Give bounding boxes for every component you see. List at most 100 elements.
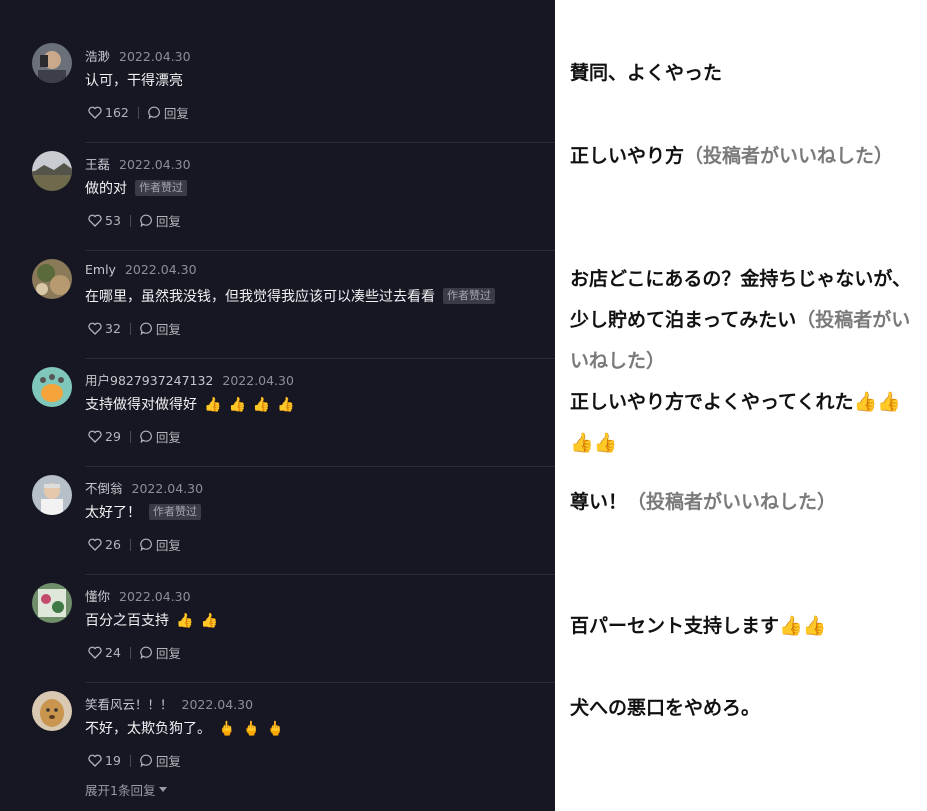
comment-username[interactable]: 懂你 <box>85 589 110 604</box>
comment-username[interactable]: Emly <box>85 262 116 277</box>
heart-icon <box>88 214 102 227</box>
heart-icon <box>88 430 102 443</box>
translation-text: 賛同、よくやった <box>570 62 723 84</box>
translation-text: 尊い！ <box>570 491 628 513</box>
reply-label: 回复 <box>155 538 181 553</box>
like-button[interactable]: 19 <box>88 753 121 768</box>
reply-label: 回复 <box>163 106 189 121</box>
heart-icon <box>88 646 102 659</box>
reply-button[interactable]: 回复 <box>140 643 181 662</box>
author-liked-badge: 作者赞过 <box>149 504 201 520</box>
comment-text: 做的对 <box>85 181 127 197</box>
comment-date: 2022.04.30 <box>124 262 197 277</box>
reply-button[interactable]: 回复 <box>140 211 181 230</box>
avatar[interactable] <box>32 151 72 191</box>
like-button[interactable]: 24 <box>88 645 121 660</box>
translation-2: 正しいやり方（投稿者がいいねした） <box>570 136 922 177</box>
translation-6: 百パーセント支持します👍👍 <box>570 606 922 647</box>
reply-button[interactable]: 回复 <box>148 103 189 122</box>
comment-username[interactable]: 用户9827937247132 <box>85 373 213 388</box>
comment-text: 在哪里，虽然我没钱，但我觉得我应该可以凑些过去看看 <box>85 289 435 305</box>
reply-icon <box>140 646 152 659</box>
avatar[interactable] <box>32 367 72 407</box>
hand-emoji: 🖕 <box>218 721 236 737</box>
comment-username[interactable]: 王磊 <box>85 157 110 172</box>
comment-date: 2022.04.30 <box>222 373 294 388</box>
translation-text: 犬への悪口をやめろ。 <box>570 697 761 719</box>
comment-item: 用户9827937247132 2022.04.30 支持做得对做得好 👍 👍 👍 👍 2… <box>0 359 555 467</box>
avatar[interactable] <box>32 691 72 731</box>
expand-replies-label: 展开1条回复 <box>85 783 156 798</box>
like-count: 29 <box>105 429 121 444</box>
like-button[interactable]: 32 <box>88 321 121 336</box>
comment-username[interactable]: 笑看风云！！！ <box>85 697 173 712</box>
comment-date: 2022.04.30 <box>119 49 191 64</box>
like-button[interactable]: 162 <box>88 105 129 120</box>
reply-icon <box>140 430 152 443</box>
like-count: 26 <box>105 537 121 552</box>
divider <box>137 106 139 119</box>
thumbs-up-emoji: 👍 <box>200 613 218 629</box>
reply-label: 回复 <box>155 322 181 337</box>
thumbs-up-emoji: 👍 <box>277 397 295 413</box>
comment-date: 2022.04.30 <box>131 481 204 496</box>
translation-3: お店どこにあるの？金持ちじゃないが、少し貯めて泊まってみたい（投稿者がいいねした… <box>570 259 922 382</box>
reply-button[interactable]: 回复 <box>140 427 181 446</box>
comment-item: 懂你 2022.04.30 百分之百支持 👍 👍 24 回复 <box>0 575 555 683</box>
caret-down-icon <box>159 786 168 792</box>
reply-icon <box>140 754 152 767</box>
comment-text: 不好，太欺负狗了。 <box>85 721 211 737</box>
avatar[interactable] <box>32 475 72 515</box>
like-count: 24 <box>105 645 121 660</box>
translation-4: 正しいやり方でよくやってくれた👍👍👍👍 <box>570 382 922 464</box>
comment-text: 支持做得对做得好 <box>85 397 197 413</box>
reply-label: 回复 <box>155 754 181 769</box>
comment-item: Emly 2022.04.30 在哪里，虽然我没钱，但我觉得我应该可以凑些过去看看… <box>0 251 555 359</box>
avatar[interactable] <box>32 43 72 83</box>
translation-7: 犬への悪口をやめろ。 <box>570 688 922 729</box>
translation-text: 正しいやり方でよくやってくれた👍👍👍👍 <box>570 391 901 454</box>
expand-replies-button[interactable]: 展开1条回复 <box>85 780 168 799</box>
comment-item: 笑看风云！！！ 2022.04.30 不好，太欺负狗了。 🖕 🖕 🖕 19 回复 <box>0 683 555 791</box>
thumbs-up-emoji: 👍 <box>228 397 246 413</box>
avatar[interactable] <box>32 583 72 623</box>
reply-button[interactable]: 回复 <box>140 535 181 554</box>
divider <box>129 214 131 227</box>
reply-button[interactable]: 回复 <box>140 751 181 770</box>
like-count: 162 <box>105 105 129 120</box>
translation-note: （投稿者がいいねした） <box>627 491 837 513</box>
heart-icon <box>88 754 102 767</box>
comment-text: 百分之百支持 <box>85 613 169 629</box>
like-count: 19 <box>105 753 121 768</box>
like-button[interactable]: 26 <box>88 537 121 552</box>
comment-panel: 浩渺 2022.04.30 认可，干得漂亮 162 回复 王磊 2022.04.30… <box>0 0 555 811</box>
thumbs-up-emoji: 👍 <box>252 397 271 413</box>
comment-date: 2022.04.30 <box>181 697 254 712</box>
reply-label: 回复 <box>155 430 181 445</box>
reply-icon <box>140 322 152 335</box>
divider <box>129 538 131 551</box>
comment-item: 不倒翁 2022.04.30 太好了！ 作者赞过 26 回复 <box>0 467 555 575</box>
translation-text: 正しいやり方 <box>570 145 685 167</box>
reply-button[interactable]: 回复 <box>140 319 181 338</box>
thumbs-up-emoji: 👍 <box>176 613 194 629</box>
divider <box>129 322 131 335</box>
translation-1: 賛同、よくやった <box>570 53 922 94</box>
reply-label: 回复 <box>155 214 181 229</box>
comment-item: 浩渺 2022.04.30 认可，干得漂亮 162 回复 <box>0 35 555 143</box>
divider <box>129 754 131 767</box>
reply-icon <box>148 106 160 119</box>
like-count: 32 <box>105 321 121 336</box>
hand-emoji: 🖕 <box>242 721 260 737</box>
heart-icon <box>88 538 102 551</box>
reply-icon <box>140 538 152 551</box>
like-button[interactable]: 53 <box>88 213 121 228</box>
comment-username[interactable]: 不倒翁 <box>85 481 123 496</box>
like-count: 53 <box>105 213 121 228</box>
avatar[interactable] <box>32 259 72 299</box>
reply-label: 回复 <box>155 646 181 661</box>
like-button[interactable]: 29 <box>88 429 121 444</box>
translation-text: 百パーセント支持します👍👍 <box>570 615 827 637</box>
divider <box>129 430 131 443</box>
comment-username[interactable]: 浩渺 <box>85 49 110 64</box>
